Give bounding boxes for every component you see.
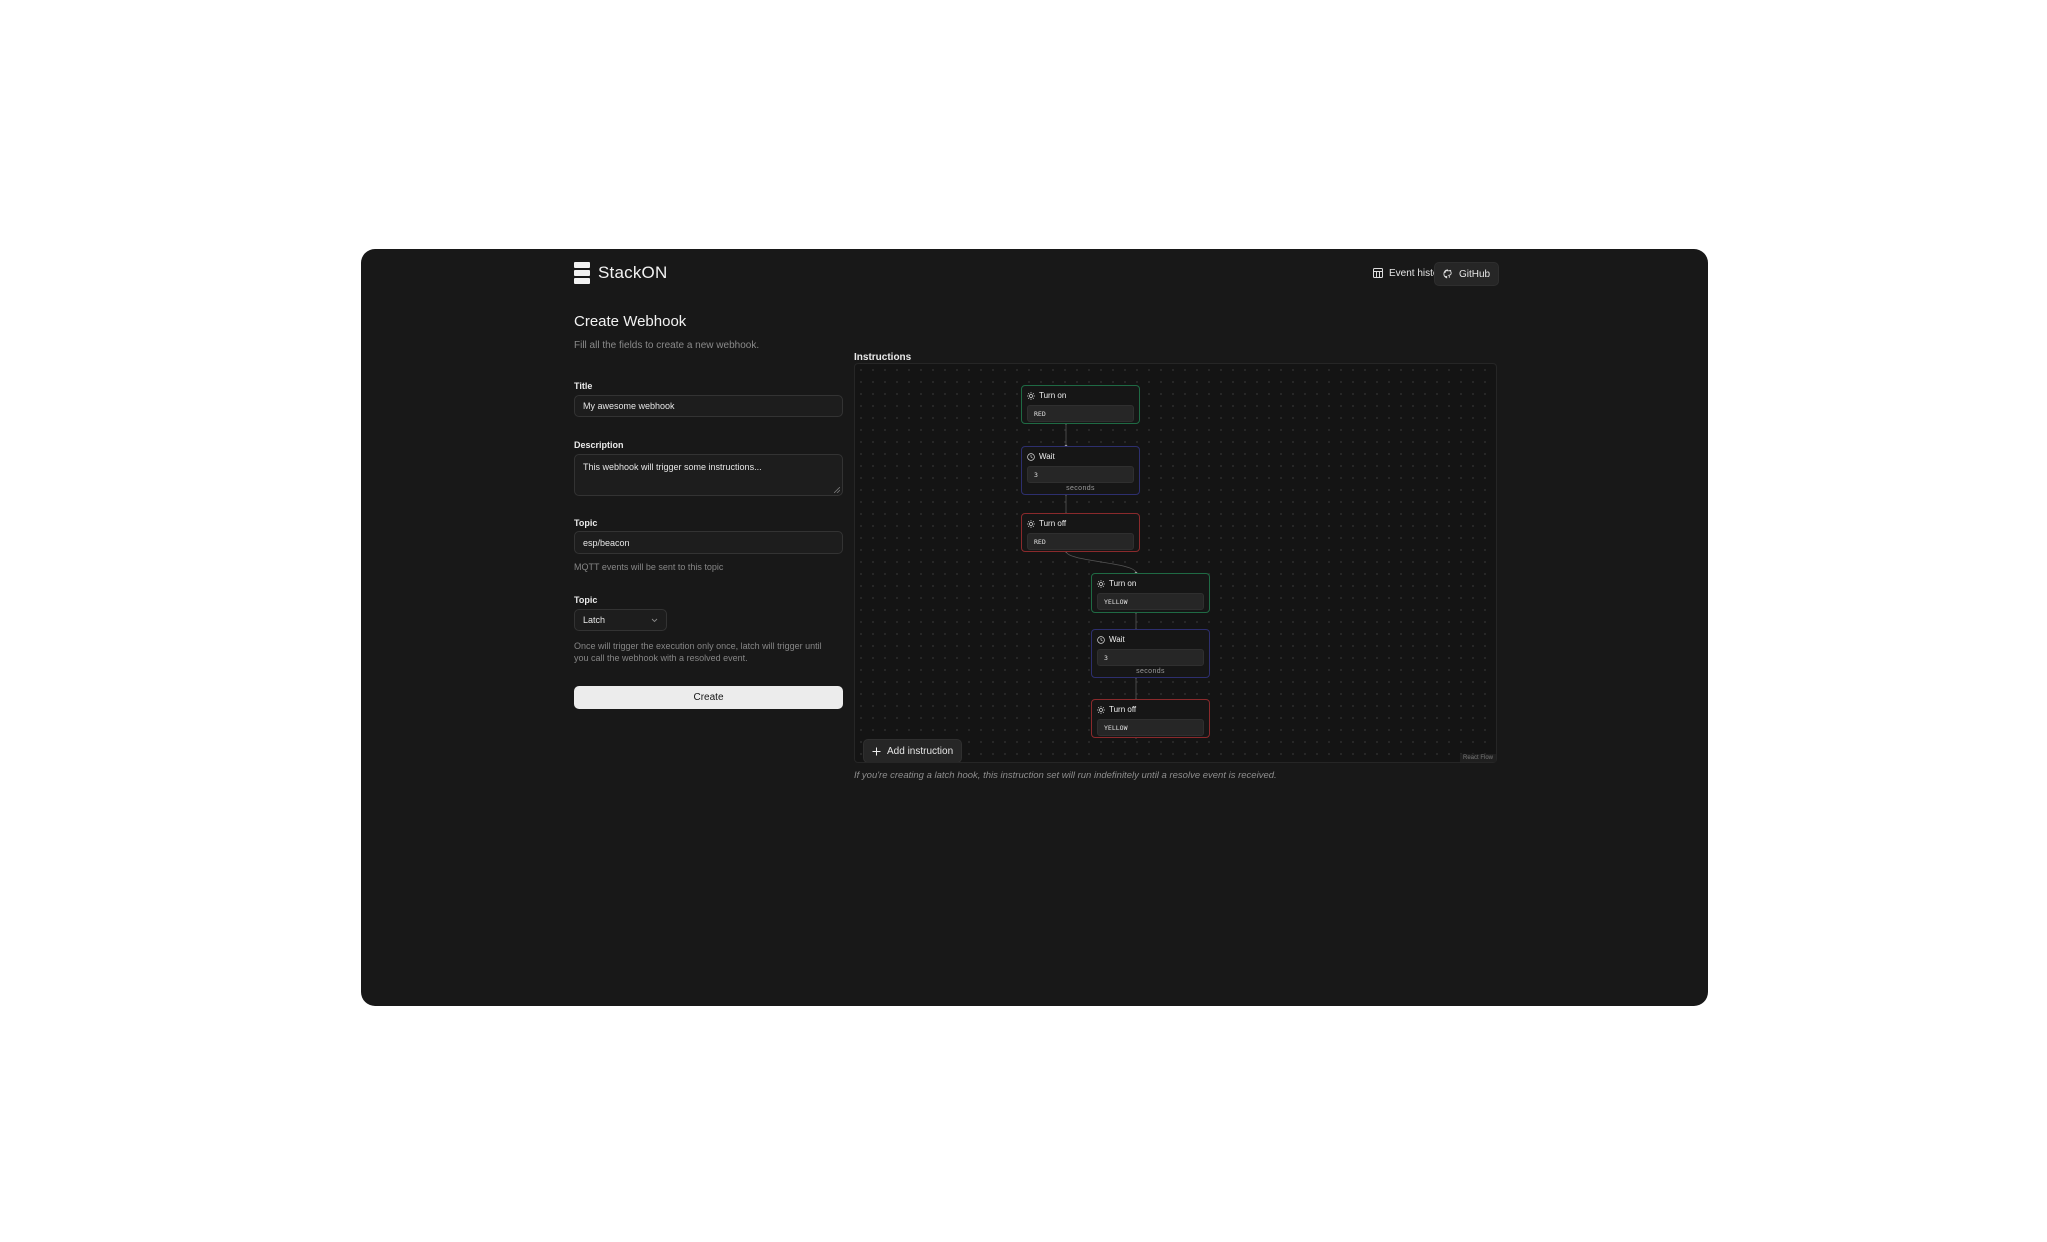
add-instruction-button[interactable]: Add instruction <box>863 739 963 762</box>
node-type: Turn off <box>1039 519 1067 528</box>
app-window: StackON Event history GitHub Create Webh… <box>361 249 1708 1006</box>
title-label: Title <box>574 381 593 391</box>
topic-input-value: esp/beacon <box>583 537 630 548</box>
node-type: Wait <box>1039 452 1055 461</box>
flow-node-turn-off-yellow[interactable]: Turn off YELLOW <box>1091 699 1210 738</box>
clock-icon <box>1027 452 1035 461</box>
node-value-input[interactable]: RED <box>1027 405 1134 422</box>
mode-select-value: Latch <box>583 615 606 625</box>
node-type: Turn off <box>1109 705 1137 714</box>
page-title: Create Webhook <box>574 313 687 330</box>
description-textarea-value: This webhook will trigger some instructi… <box>583 462 762 472</box>
node-type: Wait <box>1109 635 1125 644</box>
mode-hint-line-1: Once will trigger the execution only onc… <box>574 641 822 651</box>
flow-node-turn-on-red[interactable]: Turn on RED <box>1021 385 1140 424</box>
stack-logo-icon[interactable] <box>574 262 590 284</box>
flow-node-wait-1[interactable]: Wait 3 seconds <box>1021 446 1140 495</box>
sun-icon <box>1027 391 1035 400</box>
add-instruction-label: Add instruction <box>887 745 954 757</box>
edge-3 <box>1065 550 1137 574</box>
chevron-down-icon <box>651 618 658 622</box>
mode-select[interactable]: Latch <box>574 609 667 631</box>
create-button-label: Create <box>693 692 724 703</box>
github-label: GitHub <box>1459 268 1491 280</box>
title-input-value: My awesome webhook <box>583 401 675 411</box>
instructions-title: Instructions <box>854 352 912 363</box>
sun-icon <box>1097 705 1105 714</box>
github-icon <box>1443 269 1452 279</box>
flow-canvas[interactable]: Turn on RED Wait 3 seconds Turn off RED <box>854 363 1497 763</box>
plus-icon <box>872 747 881 755</box>
create-button[interactable]: Create <box>574 686 843 709</box>
title-input[interactable]: My awesome webhook <box>574 395 843 417</box>
resize-handle-icon[interactable] <box>834 487 840 493</box>
github-button[interactable]: GitHub <box>1434 262 1500 286</box>
mode-label: Topic <box>574 595 598 605</box>
flow-node-turn-off-red[interactable]: Turn off RED <box>1021 513 1140 552</box>
node-value-input[interactable]: YELLOW <box>1097 593 1204 610</box>
app-name[interactable]: StackON <box>598 263 667 283</box>
node-unit: seconds <box>1136 668 1165 675</box>
mode-hint-line-2: you call the webhook with a resolved eve… <box>574 653 748 663</box>
sun-icon <box>1097 579 1105 588</box>
description-label: Description <box>574 440 624 450</box>
node-value-input[interactable]: RED <box>1027 533 1134 550</box>
react-flow-attribution[interactable]: React Flow <box>1460 754 1497 762</box>
node-value-input[interactable]: 3 <box>1097 649 1204 666</box>
topic-input[interactable]: esp/beacon <box>574 531 843 554</box>
topic-hint: MQTT events will be sent to this topic <box>574 562 724 572</box>
node-type: Turn on <box>1109 579 1137 588</box>
node-value-input[interactable]: 3 <box>1027 466 1134 483</box>
sun-icon <box>1027 519 1035 528</box>
node-unit: seconds <box>1066 485 1095 492</box>
flow-node-turn-on-yellow[interactable]: Turn on YELLOW <box>1091 573 1210 613</box>
flow-node-wait-2[interactable]: Wait 3 seconds <box>1091 629 1210 678</box>
description-textarea[interactable]: This webhook will trigger some instructi… <box>574 454 843 496</box>
topic-label: Topic <box>574 518 598 528</box>
table-icon <box>1373 268 1383 278</box>
node-type: Turn on <box>1039 391 1067 400</box>
node-value-input[interactable]: YELLOW <box>1097 719 1204 736</box>
instructions-footnote: If you're creating a latch hook, this in… <box>854 770 1277 781</box>
clock-icon <box>1097 635 1105 644</box>
page-subtitle: Fill all the fields to create a new webh… <box>574 340 760 351</box>
